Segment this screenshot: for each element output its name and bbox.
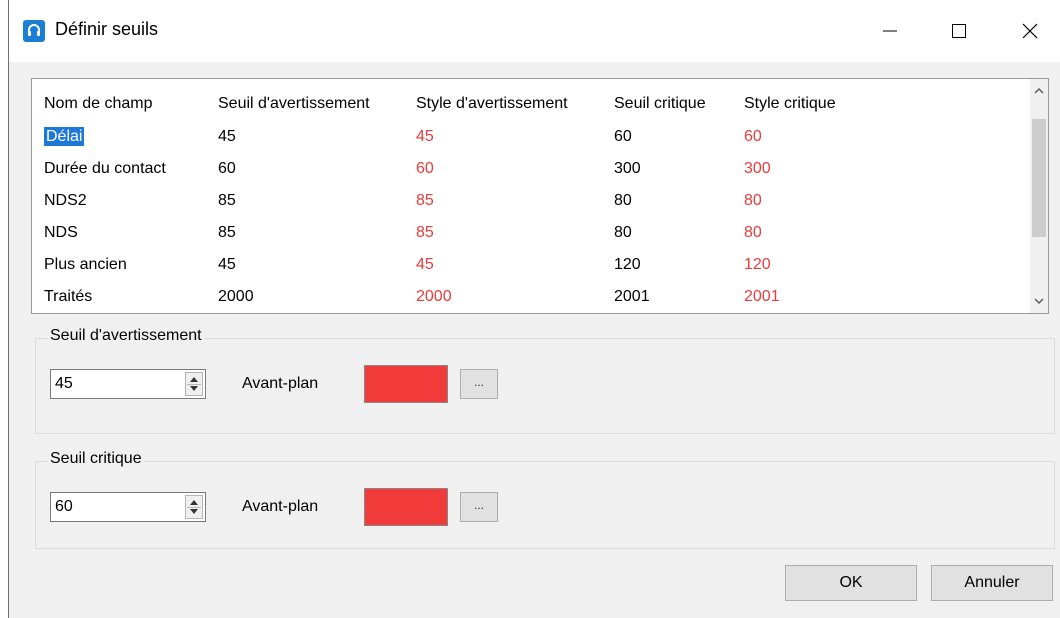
column-header-critical-style[interactable]: Style critique	[738, 87, 872, 121]
table-row[interactable]: NDS2 85 85 80 80	[38, 185, 872, 217]
chevron-up-icon	[1034, 88, 1044, 94]
chevron-down-icon	[1034, 298, 1044, 304]
scroll-down-button[interactable]	[1030, 289, 1048, 313]
stepper-arrows-icon[interactable]	[185, 495, 203, 519]
table-row[interactable]: Plus ancien 45 45 120 120	[38, 249, 872, 281]
table-row[interactable]: Durée du contact 60 60 300 300	[38, 153, 872, 185]
thresholds-table: Nom de champ Seuil d'avertissement Style…	[38, 87, 872, 313]
field-name-cell[interactable]: Délai	[44, 127, 85, 146]
critical-style-cell[interactable]: 80	[738, 185, 872, 217]
cancel-button[interactable]: Annuler	[931, 565, 1053, 601]
minimize-icon	[883, 30, 897, 32]
critical-threshold-cell[interactable]: 2001	[608, 281, 738, 313]
warning-threshold-cell[interactable]: 85	[212, 217, 410, 249]
critical-threshold-cell[interactable]: 300	[608, 153, 738, 185]
warning-style-cell[interactable]: 45	[410, 249, 608, 281]
maximize-button[interactable]	[936, 8, 982, 54]
critical-color-picker-button[interactable]: ...	[460, 492, 498, 522]
warning-threshold-cell[interactable]: 60	[212, 153, 410, 185]
close-icon	[1022, 23, 1038, 39]
ok-button[interactable]: OK	[785, 565, 917, 601]
scrollbar-thumb[interactable]	[1032, 119, 1046, 237]
close-button[interactable]	[1007, 8, 1053, 54]
table-header-row: Nom de champ Seuil d'avertissement Style…	[38, 87, 872, 121]
critical-style-cell[interactable]: 2001	[738, 281, 872, 313]
warning-group-label: Seuil d'avertissement	[48, 327, 204, 345]
scroll-up-button[interactable]	[1030, 79, 1048, 103]
stepper-arrows-icon[interactable]	[185, 372, 203, 396]
dialog-window: Définir seuils Nom de champ Seuil d'aver…	[8, 0, 1060, 618]
field-name-cell[interactable]: Traités	[38, 281, 212, 313]
warning-threshold-group: Seuil d'avertissement 45 Avant-plan ...	[35, 327, 1055, 434]
warning-style-cell[interactable]: 45	[410, 121, 608, 153]
warning-foreground-label: Avant-plan	[242, 375, 319, 392]
critical-style-cell[interactable]: 80	[738, 217, 872, 249]
vertical-scrollbar[interactable]	[1030, 79, 1048, 313]
warning-threshold-cell[interactable]: 45	[212, 121, 410, 153]
warning-style-cell[interactable]: 85	[410, 217, 608, 249]
critical-color-swatch[interactable]	[364, 488, 448, 526]
warning-style-cell[interactable]: 85	[410, 185, 608, 217]
warning-style-cell[interactable]: 60	[410, 153, 608, 185]
table-row[interactable]: NDS 85 85 80 80	[38, 217, 872, 249]
window-title: Définir seuils	[55, 19, 159, 39]
critical-threshold-cell[interactable]: 80	[608, 217, 738, 249]
critical-threshold-cell[interactable]: 80	[608, 185, 738, 217]
critical-threshold-cell[interactable]: 120	[608, 249, 738, 281]
warning-threshold-cell[interactable]: 45	[212, 249, 410, 281]
warning-threshold-cell[interactable]: 85	[212, 185, 410, 217]
critical-group-label: Seuil critique	[48, 450, 144, 468]
critical-style-cell[interactable]: 300	[738, 153, 872, 185]
warning-threshold-cell[interactable]: 2000	[212, 281, 410, 313]
critical-threshold-value[interactable]: 60	[55, 498, 73, 516]
headset-icon	[23, 20, 45, 42]
warning-color-picker-button[interactable]: ...	[460, 369, 498, 399]
maximize-icon	[952, 24, 966, 38]
warning-threshold-value[interactable]: 45	[55, 375, 73, 393]
critical-threshold-group: Seuil critique 60 Avant-plan ...	[35, 450, 1055, 549]
column-header-critical-threshold[interactable]: Seuil critique	[608, 87, 738, 121]
critical-threshold-cell[interactable]: 60	[608, 121, 738, 153]
table-row[interactable]: Traités 2000 2000 2001 2001	[38, 281, 872, 313]
critical-threshold-stepper[interactable]: 60	[50, 492, 206, 522]
critical-foreground-label: Avant-plan	[242, 498, 319, 515]
column-header-warning-style[interactable]: Style d'avertissement	[410, 87, 608, 121]
field-name-cell[interactable]: Durée du contact	[38, 153, 212, 185]
field-name-cell[interactable]: Plus ancien	[38, 249, 212, 281]
thresholds-grid[interactable]: Nom de champ Seuil d'avertissement Style…	[31, 78, 1049, 314]
warning-style-cell[interactable]: 2000	[410, 281, 608, 313]
column-header-warning-threshold[interactable]: Seuil d'avertissement	[212, 87, 410, 121]
field-name-cell[interactable]: NDS	[38, 217, 212, 249]
warning-threshold-stepper[interactable]: 45	[50, 369, 206, 399]
column-header-field-name[interactable]: Nom de champ	[38, 87, 212, 121]
critical-style-cell[interactable]: 120	[738, 249, 872, 281]
warning-color-swatch[interactable]	[364, 365, 448, 403]
title-bar: Définir seuils	[9, 0, 1060, 62]
table-row[interactable]: Délai 45 45 60 60	[38, 121, 872, 153]
critical-style-cell[interactable]: 60	[738, 121, 872, 153]
minimize-button[interactable]	[867, 8, 913, 54]
field-name-cell[interactable]: NDS2	[38, 185, 212, 217]
